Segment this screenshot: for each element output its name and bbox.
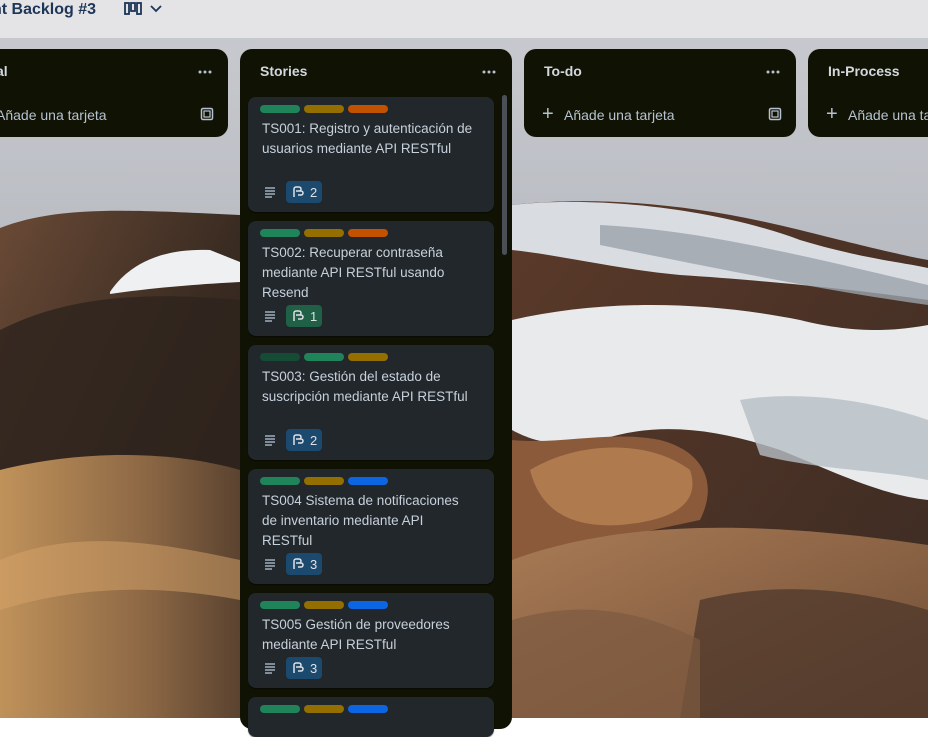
card-label[interactable]: [348, 229, 388, 237]
description-icon: [265, 559, 275, 570]
ellipsis-icon[interactable]: [478, 61, 500, 81]
list-header: In-Process: [808, 49, 928, 97]
checklist-badge[interactable]: 3: [286, 553, 323, 575]
card-labels: [260, 229, 388, 237]
card-title: TS001: Registro y autenticación de usuar…: [262, 121, 473, 156]
list-scrollbar[interactable]: [502, 95, 507, 255]
card-labels: [260, 105, 388, 113]
list-title[interactable]: To-do: [544, 63, 582, 79]
list-title[interactable]: al: [0, 63, 8, 79]
description-icon: [265, 435, 275, 446]
card[interactable]: TS004 Sistema de notificaciones de inven…: [248, 469, 494, 584]
todo-list: To-do + Añade una tarjeta: [524, 49, 796, 137]
card-label[interactable]: [304, 601, 344, 609]
checklist-count: 3: [310, 556, 318, 572]
card[interactable]: TS005 Gestión de proveedores mediante AP…: [248, 593, 494, 688]
add-card-label: Añade una ta: [848, 107, 928, 123]
card-labels: [260, 477, 388, 485]
board-view-icon: [124, 2, 142, 15]
checklist-badge[interactable]: 1: [286, 305, 323, 327]
chevron-down-icon: [150, 5, 162, 13]
board-view-switcher[interactable]: [124, 2, 162, 16]
add-card-label: Añade una tarjeta: [0, 107, 107, 123]
card-label[interactable]: [260, 705, 300, 713]
card-title: TS002: Recuperar contraseña mediante API…: [262, 245, 445, 300]
checklist-count: 3: [310, 660, 318, 676]
card-label[interactable]: [304, 105, 344, 113]
card-label[interactable]: [304, 229, 344, 237]
card-title: TS005 Gestión de proveedores mediante AP…: [262, 617, 450, 652]
checklist-badge[interactable]: 2: [286, 429, 323, 451]
ellipsis-icon[interactable]: [762, 61, 784, 81]
description-icon: [265, 187, 275, 198]
card-label[interactable]: [260, 477, 300, 485]
list-header: To-do: [524, 49, 796, 97]
checklist-icon: [293, 662, 304, 673]
in-process-list: In-Process + Añade una ta: [808, 49, 928, 137]
card-label[interactable]: [348, 353, 388, 361]
plus-icon: +: [826, 103, 838, 125]
card-title: TS003: Gestión del estado de suscripción…: [262, 369, 468, 404]
card-badges: 2: [262, 429, 323, 451]
card-badges: 1: [262, 305, 323, 327]
card-badges: 3: [262, 657, 323, 679]
checklist-badge[interactable]: 3: [286, 657, 323, 679]
checklist-icon: [293, 434, 304, 445]
card-badges: 2: [262, 181, 323, 203]
checklist-count: 2: [310, 432, 318, 448]
card[interactable]: TS001: Registro y autenticación de usuar…: [248, 97, 494, 212]
card-label[interactable]: [348, 477, 388, 485]
plus-icon: +: [542, 103, 554, 125]
checklist-icon: [293, 186, 304, 197]
list-column: al Añade una tarjeta: [0, 49, 228, 137]
stories-list: Stories TS001: Registro y autenticación …: [240, 49, 512, 737]
add-card-button[interactable]: + Añade una ta: [808, 97, 928, 137]
add-card-label: Añade una tarjeta: [564, 107, 675, 123]
checklist-badge[interactable]: 2: [286, 181, 323, 203]
list-header: al: [0, 49, 228, 97]
card-badges: 3: [262, 553, 323, 575]
card-label[interactable]: [348, 705, 388, 713]
checklist-count: 1: [310, 308, 318, 324]
list-header: Stories: [240, 49, 512, 97]
card-labels: [260, 353, 388, 361]
card-template-icon[interactable]: [200, 107, 214, 126]
checklist-icon: [293, 310, 304, 321]
card-template-icon[interactable]: [768, 107, 782, 126]
card-label[interactable]: [304, 353, 344, 361]
card-label[interactable]: [348, 601, 388, 609]
list-title[interactable]: In-Process: [828, 63, 900, 79]
card-label[interactable]: [348, 105, 388, 113]
board-header: nt Backlog #3: [0, 0, 928, 38]
card[interactable]: TS003: Gestión del estado de suscripción…: [248, 345, 494, 460]
card-labels: [260, 705, 388, 713]
board-title[interactable]: nt Backlog #3: [0, 0, 96, 38]
checklist-icon: [293, 558, 304, 569]
card-label[interactable]: [260, 353, 300, 361]
card-label[interactable]: [304, 477, 344, 485]
card-label[interactable]: [260, 601, 300, 609]
description-icon: [265, 311, 275, 322]
ellipsis-icon[interactable]: [194, 61, 216, 81]
card-label[interactable]: [260, 229, 300, 237]
card-label[interactable]: [260, 105, 300, 113]
card[interactable]: [248, 697, 494, 737]
card-label[interactable]: [304, 705, 344, 713]
description-icon: [265, 663, 275, 674]
add-card-button[interactable]: + Añade una tarjeta: [524, 97, 796, 137]
card-labels: [260, 601, 388, 609]
card[interactable]: TS002: Recuperar contraseña mediante API…: [248, 221, 494, 336]
checklist-count: 2: [310, 184, 318, 200]
card-title: TS004 Sistema de notificaciones de inven…: [262, 493, 459, 548]
list-title[interactable]: Stories: [260, 63, 307, 79]
add-card-button[interactable]: Añade una tarjeta: [0, 97, 228, 137]
